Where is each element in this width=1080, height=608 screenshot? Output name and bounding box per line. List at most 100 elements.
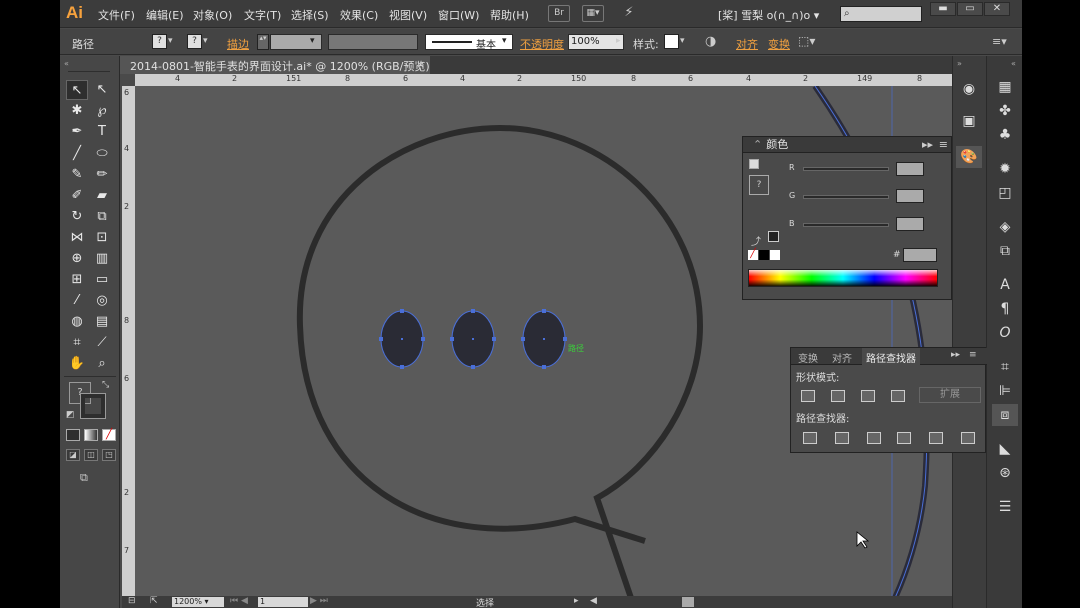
tab-transform[interactable]: 变换: [798, 350, 818, 365]
next-artboard-icon[interactable]: ▶ ⏭: [310, 596, 328, 606]
status-menu-icon[interactable]: ▸: [574, 596, 579, 606]
graphic-styles-panel-icon[interactable]: ◣: [992, 438, 1018, 460]
document-tab[interactable]: 2014-0801-智能手表的界面设计.ai* @ 1200% (RGB/预览): [120, 56, 430, 74]
pathfinder-panel-icon[interactable]: ⧈: [992, 404, 1018, 426]
transform-panel-icon[interactable]: ⌗: [992, 356, 1018, 378]
hscroll-left-icon[interactable]: ◀: [590, 596, 597, 606]
pathfinder-menu-icon[interactable]: ≡: [969, 350, 977, 360]
opentype-panel-icon[interactable]: O: [992, 322, 1018, 344]
draw-normal-icon[interactable]: ◪: [66, 449, 80, 461]
eraser-tool-icon[interactable]: ▰: [91, 186, 113, 206]
expand-button[interactable]: 扩展: [919, 387, 981, 403]
links-panel-icon[interactable]: ⊛: [992, 462, 1018, 484]
shape-builder-tool-icon[interactable]: ⊕: [66, 249, 88, 269]
paragraph-panel-icon[interactable]: ¶: [992, 298, 1018, 320]
magic-wand-tool-icon[interactable]: ✱: [66, 101, 88, 121]
maximize-button[interactable]: ▭: [957, 2, 983, 16]
brush-dropdown-icon[interactable]: ▾: [502, 36, 507, 46]
outline-icon[interactable]: [929, 432, 943, 444]
channel-b-input[interactable]: [896, 217, 924, 231]
menu-edit[interactable]: 编辑(E): [146, 7, 184, 23]
channel-g-input[interactable]: [896, 189, 924, 203]
paintbrush-tool-icon[interactable]: ✎: [66, 165, 88, 185]
transform-link[interactable]: 变换: [768, 36, 790, 52]
white-swatch[interactable]: [770, 250, 780, 260]
color-fill-stroke-icon[interactable]: ?: [749, 175, 769, 195]
dot-2[interactable]: [450, 309, 496, 369]
tab-align[interactable]: 对齐: [832, 350, 852, 365]
pathfinder-collapse-icon[interactable]: ▸▸: [951, 350, 960, 360]
align-link[interactable]: 对齐: [736, 36, 758, 52]
toolbox-collapse-icon[interactable]: «: [64, 59, 69, 68]
stroke-indicator[interactable]: [80, 393, 106, 419]
color-fill-mini-icon[interactable]: [749, 159, 759, 169]
transparency-panel-icon[interactable]: ◰: [992, 182, 1018, 204]
menu-help[interactable]: 帮助(H): [490, 7, 529, 23]
color-panel-toggle-icon[interactable]: ⌃: [753, 138, 762, 151]
opacity-link[interactable]: 不透明度: [520, 36, 564, 52]
menu-select[interactable]: 选择(S): [291, 7, 329, 23]
gradient-panel-icon[interactable]: ▣: [956, 110, 982, 132]
channel-r-input[interactable]: [896, 162, 924, 176]
default-fill-stroke-icon[interactable]: ◩: [66, 410, 75, 420]
last-color-swatch[interactable]: [768, 231, 779, 242]
export-icon[interactable]: ⇱: [150, 596, 158, 606]
channel-r-slider[interactable]: [803, 167, 889, 171]
type-tool-icon[interactable]: T: [91, 122, 113, 142]
hand-tool-icon[interactable]: ✋: [66, 354, 88, 374]
screen-mode-icon[interactable]: ⧉: [80, 471, 100, 485]
gradient-mode-icon[interactable]: [84, 429, 98, 441]
slice-tool-icon[interactable]: ⟋: [91, 333, 113, 353]
menu-window[interactable]: 窗口(W): [438, 7, 479, 23]
dot-1[interactable]: [379, 309, 425, 369]
status-nav-icon[interactable]: ⊟: [128, 596, 136, 606]
document-tab-close-icon[interactable]: ×: [416, 58, 425, 71]
zoom-tool-icon[interactable]: ⌕: [91, 354, 113, 374]
swatches-panel-icon[interactable]: ▦: [992, 76, 1018, 98]
artboards-panel-icon[interactable]: ⧉: [992, 240, 1018, 262]
color-panel-collapse-icon[interactable]: ▸▸: [922, 137, 933, 153]
arrange-documents-icon[interactable]: ▦▾: [582, 5, 604, 22]
eyedropper-tool-icon[interactable]: ⁄: [66, 291, 88, 311]
perspective-grid-tool-icon[interactable]: ▥: [91, 249, 113, 269]
zoom-level-input[interactable]: 1200% ▾: [172, 597, 224, 607]
menu-file[interactable]: 文件(F): [98, 7, 135, 23]
dot-3[interactable]: [521, 309, 567, 369]
free-transform-tool-icon[interactable]: ⊡: [91, 228, 113, 248]
dock-collapse-icon[interactable]: »: [957, 59, 962, 68]
channel-b-slider[interactable]: [803, 223, 889, 227]
graphic-style-swatch[interactable]: [664, 34, 679, 49]
width-tool-icon[interactable]: ⋈: [66, 228, 88, 248]
graphic-style-dropdown-icon[interactable]: ▾: [680, 36, 685, 46]
symbol-sprayer-tool-icon[interactable]: ◍: [66, 312, 88, 332]
exclude-icon[interactable]: [891, 390, 905, 402]
speech-bubble-shape[interactable]: [296, 124, 704, 598]
opacity-dropdown-icon[interactable]: ▸: [616, 36, 621, 46]
lasso-tool-icon[interactable]: ℘: [91, 101, 113, 121]
blob-brush-tool-icon[interactable]: ✐: [66, 186, 88, 206]
scale-tool-icon[interactable]: ⧉: [91, 207, 113, 227]
unite-icon[interactable]: [801, 390, 815, 402]
blend-tool-icon[interactable]: ◎: [91, 291, 113, 311]
none-mode-icon[interactable]: ╱: [102, 429, 116, 441]
pencil-tool-icon[interactable]: ✏: [91, 165, 113, 185]
recolor-artwork-icon[interactable]: ◑: [705, 34, 716, 49]
merge-icon[interactable]: [867, 432, 881, 444]
ellipse-tool-icon[interactable]: ⬭: [91, 144, 113, 164]
dock2-collapse-icon[interactable]: «: [1011, 59, 1016, 68]
align-panel-icon[interactable]: ⊫: [992, 380, 1018, 402]
stroke-panel-icon[interactable]: ✹: [992, 158, 1018, 180]
fill-color-swatch[interactable]: ?: [152, 34, 167, 49]
stroke-weight-stepper[interactable]: ▴▾: [257, 34, 269, 50]
workspace-switcher[interactable]: [桨] 雪梨 o(∩_∩)o ▾: [718, 7, 819, 23]
color-mode-icon[interactable]: [66, 429, 80, 441]
menu-view[interactable]: 视图(V): [389, 7, 427, 23]
mesh-tool-icon[interactable]: ⊞: [66, 270, 88, 290]
tab-pathfinder[interactable]: 路径查找器: [862, 348, 920, 365]
minus-front-icon[interactable]: [831, 390, 845, 402]
control-bar-menu-icon[interactable]: ≡▾: [992, 35, 1007, 48]
swap-fill-stroke-icon[interactable]: ⤡: [102, 380, 109, 390]
menu-type[interactable]: 文字(T): [244, 7, 281, 23]
brushes-panel-icon[interactable]: ✤: [992, 100, 1018, 122]
menu-effect[interactable]: 效果(C): [340, 7, 378, 23]
